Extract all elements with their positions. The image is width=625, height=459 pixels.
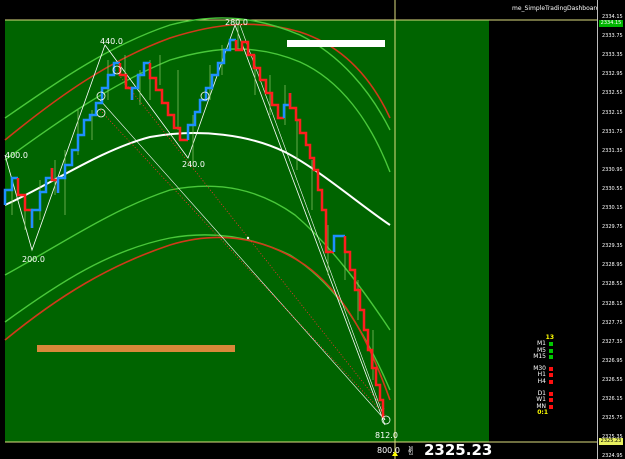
price-tick: 2326.95 (602, 357, 623, 364)
timeframe-dashboard: 13 M1 M5 M15 M30 H1 H4 D1 W1 MN 0:1 (528, 334, 556, 416)
high-price-tag: 2334.15 (599, 20, 623, 27)
bid-price-tag: 2325.23 (599, 438, 623, 445)
price-tick: 2328.55 (602, 281, 623, 288)
price-tick: 2332.95 (602, 71, 623, 78)
timeframe-row: MN (528, 402, 556, 410)
price-tick: 2325.75 (602, 415, 623, 422)
wave-label: 400.0 (5, 151, 28, 160)
dashboard-footer: 0:1 (537, 408, 548, 416)
trend-status-box (549, 404, 553, 409)
wave-label: 812.0 (375, 431, 398, 440)
price-tick: 2329.75 (602, 224, 623, 231)
price-tick: 2327.75 (602, 319, 623, 326)
price-tick: 2330.55 (602, 185, 623, 192)
price-tick: 2333.35 (602, 52, 623, 59)
price-tick: 2332.55 (602, 90, 623, 97)
price-axis[interactable]: 2334.15 2333.75 2333.35 2332.95 2332.55 2332.… (597, 0, 625, 459)
trend-status-box (549, 354, 553, 359)
timeframe-label: M15 (533, 352, 546, 360)
price-tick: 2326.15 (602, 396, 623, 402)
price-tick: 2331.35 (602, 147, 623, 154)
trend-status-box (549, 373, 553, 378)
wave-label: 200.0 (22, 255, 45, 264)
trend-status-box (549, 398, 553, 403)
timeframe-row: M15 (528, 352, 556, 360)
price-tick: 2329.35 (602, 243, 623, 250)
hand-gesture-icon[interactable]: ✌ (406, 444, 416, 458)
price-tick: 2333.75 (602, 33, 623, 40)
trend-status-box (549, 367, 553, 372)
price-tick: 2332.15 (602, 109, 623, 116)
price-tick: 2326.55 (602, 376, 623, 383)
price-tick: 2324.95 (602, 453, 623, 459)
current-price-display: 2325.23 (424, 441, 493, 459)
timeframe-row: H4 (528, 377, 556, 385)
trend-status-box (549, 342, 553, 347)
trend-status-box (549, 379, 553, 384)
wave-label: 280.0 (225, 18, 248, 27)
price-tick: 2330.95 (602, 166, 623, 173)
price-tick: 2331.75 (602, 128, 623, 135)
wave-label: 240.0 (182, 160, 205, 169)
timeframe-label: H4 (537, 377, 546, 385)
price-tick: 2328.15 (602, 300, 623, 307)
wave-label: 440.0 (100, 37, 123, 46)
chart-point-marker (246, 236, 250, 240)
price-tick: 2327.35 (602, 338, 623, 345)
timeframe-label: MN (536, 402, 546, 410)
price-tick: 2328.95 (602, 262, 623, 269)
resistance-zone[interactable] (287, 40, 385, 47)
support-zone[interactable] (37, 345, 235, 352)
chart-background (5, 20, 489, 442)
price-tick: 2330.15 (602, 205, 623, 211)
trend-status-box (549, 348, 553, 353)
trend-status-box (549, 392, 553, 397)
